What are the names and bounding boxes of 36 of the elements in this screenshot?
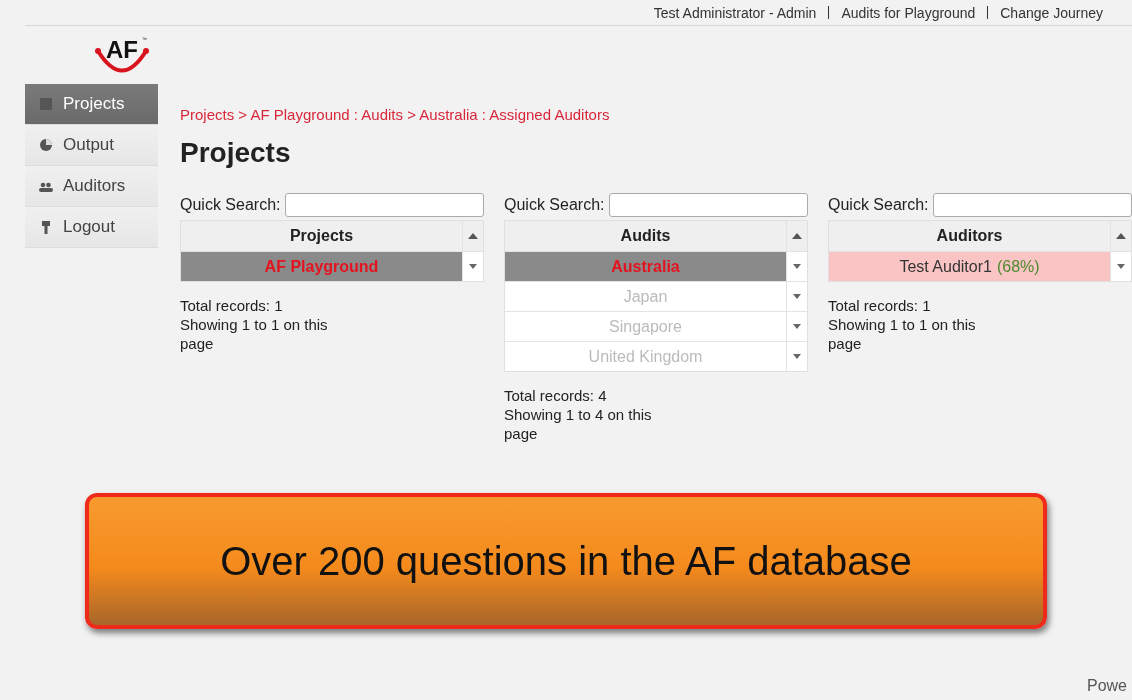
square-icon [39, 97, 53, 111]
sort-up-icon[interactable] [792, 233, 802, 239]
column-header[interactable]: Audits [505, 221, 786, 251]
search-label: Quick Search: [180, 196, 281, 214]
sort-up-icon[interactable] [1116, 233, 1126, 239]
showing-info: Showing 1 to 4 on this page [504, 405, 653, 443]
total-records: Total records: 1 [828, 296, 932, 315]
column-header[interactable]: Projects [181, 221, 462, 251]
pin-icon [39, 220, 53, 234]
search-field[interactable] [933, 193, 1132, 217]
sort-up-icon[interactable] [468, 233, 478, 239]
header-link[interactable]: Test Administrator - Admin [641, 4, 829, 21]
pie-chart-icon [39, 138, 53, 152]
breadcrumb: Projects > AF Playground : Audits > Australia : Assigned Auditors [180, 106, 611, 123]
showing-info: Showing 1 to 1 on this page [180, 315, 329, 353]
search-field[interactable] [609, 193, 808, 217]
caret-down-icon[interactable] [793, 354, 801, 359]
caret-down-icon[interactable] [1117, 264, 1125, 269]
search-label: Quick Search: [504, 196, 605, 214]
total-records: Total records: 4 [504, 386, 608, 405]
footer-text: Powe [1086, 677, 1127, 695]
page-title: Projects [180, 137, 292, 169]
header-link[interactable]: Audits for Playground [829, 4, 988, 21]
search-label: Quick Search: [828, 196, 929, 214]
total-records: Total records: 1 [180, 296, 284, 315]
caret-down-icon[interactable] [793, 264, 801, 269]
table-cell[interactable]: Test Auditor1 (68%) [829, 252, 1110, 281]
header-link[interactable]: Change Journey [988, 4, 1115, 21]
caret-down-icon[interactable] [469, 264, 477, 269]
showing-info: Showing 1 to 1 on this page [828, 315, 977, 353]
search-field[interactable] [285, 193, 484, 217]
column-header[interactable]: Auditors [829, 221, 1110, 251]
sidebar-item[interactable]: Projects [25, 84, 158, 125]
caption-text: Over 200 questions in the AF database [220, 538, 912, 584]
caret-down-icon[interactable] [793, 324, 801, 329]
caret-down-icon[interactable] [793, 294, 801, 299]
